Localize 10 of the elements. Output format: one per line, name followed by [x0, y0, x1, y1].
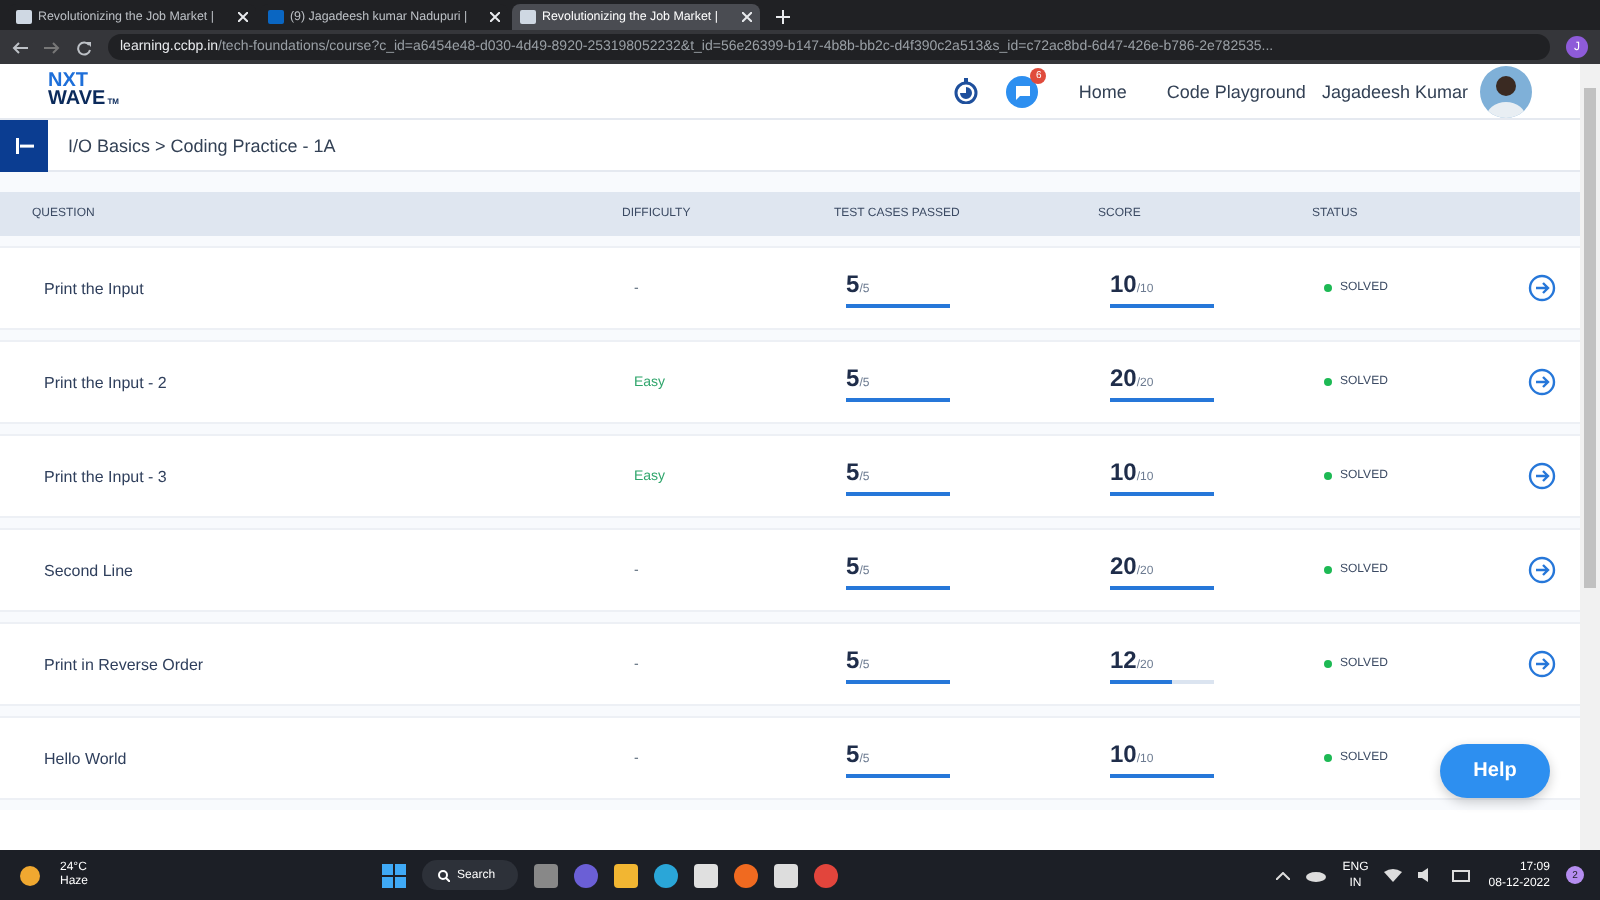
nav-link[interactable]: Home	[1078, 81, 1127, 101]
user-name[interactable]: Jagadeesh Kumar	[1321, 81, 1468, 101]
question-title: Print the Input	[44, 279, 146, 297]
nav-link[interactable]: Code Playground	[1166, 81, 1306, 101]
question-title: Print the Input - 2	[44, 373, 169, 391]
question-title: Print in Reverse Order	[44, 655, 206, 673]
question-title: Second Line	[44, 561, 135, 579]
breadcrumb: I/O Basics > Coding Practice - 1A	[68, 135, 336, 155]
question-title: Hello World	[44, 749, 129, 767]
question-title: Print the Input - 3	[44, 467, 169, 485]
